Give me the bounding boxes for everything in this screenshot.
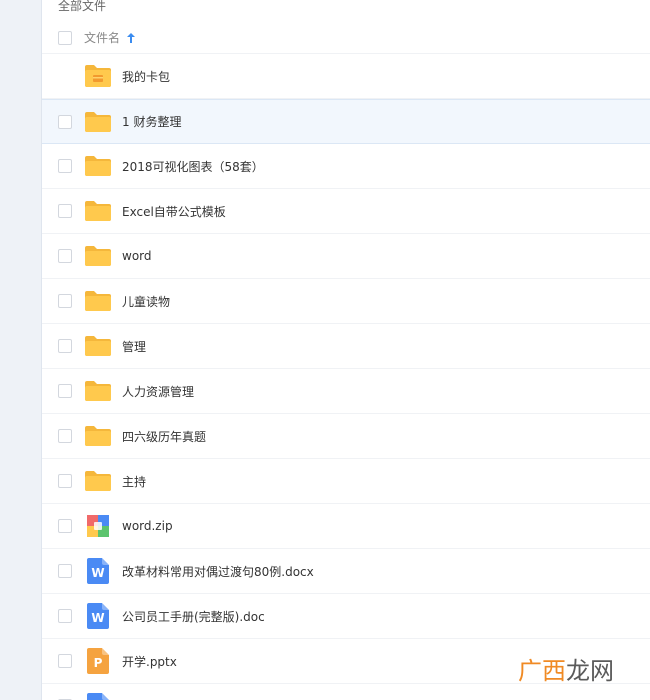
file-name[interactable]: 2018可视化图表（58套） [122, 158, 264, 175]
file-name[interactable]: 我的卡包 [122, 68, 170, 85]
folder-icon[interactable] [84, 468, 112, 494]
file-row[interactable]: 我的卡包 [42, 54, 650, 99]
watermark-text-2: 龙网 [566, 657, 614, 685]
file-row[interactable]: 儿童读物 [42, 279, 650, 324]
file-row[interactable]: 2018可视化图表（58套） [42, 144, 650, 189]
file-row[interactable]: 管理 [42, 324, 650, 369]
folder-icon[interactable] [84, 423, 112, 449]
row-checkbox[interactable] [58, 474, 72, 488]
row-checkbox[interactable] [58, 564, 72, 578]
row-checkbox[interactable] [58, 429, 72, 443]
powerpoint-icon[interactable]: P [84, 648, 112, 674]
file-name[interactable]: word.zip [122, 519, 173, 533]
file-row[interactable]: word [42, 234, 650, 279]
row-checkbox[interactable] [58, 339, 72, 353]
sort-ascending-icon[interactable] [126, 32, 136, 44]
file-row[interactable]: 四六级历年真题 [42, 414, 650, 459]
file-row[interactable]: W 改革材料常用对偶过渡句80例.docx [42, 549, 650, 594]
row-checkbox[interactable] [58, 654, 72, 668]
select-all-checkbox[interactable] [58, 30, 72, 45]
row-checkbox[interactable] [58, 204, 72, 218]
file-name[interactable]: 公司员工手册(完整版).doc [122, 608, 265, 625]
file-row[interactable]: W [42, 684, 650, 700]
left-sidebar [0, 0, 42, 700]
folder-icon[interactable] [84, 243, 112, 269]
file-name[interactable]: 1 财务整理 [122, 113, 181, 130]
row-checkbox[interactable] [58, 519, 72, 533]
file-name[interactable]: word [122, 249, 152, 263]
file-row[interactable]: word.zip [42, 504, 650, 549]
svg-text:P: P [94, 656, 103, 670]
column-header-filename[interactable]: 文件名 [84, 29, 120, 46]
word-document-icon[interactable]: W [84, 558, 112, 584]
file-row[interactable]: 主持 [42, 459, 650, 504]
svg-text:W: W [91, 566, 104, 580]
watermark-logo: 广西 龙网 [518, 651, 614, 686]
card-wallet-icon[interactable] [84, 63, 112, 89]
file-row[interactable]: W 公司员工手册(完整版).doc [42, 594, 650, 639]
file-row[interactable]: 人力资源管理 [42, 369, 650, 414]
file-name[interactable]: 四六级历年真题 [122, 428, 206, 445]
file-name[interactable]: 主持 [122, 473, 146, 490]
watermark-text-1: 广西 [518, 657, 566, 685]
list-header: 文件名 [42, 22, 650, 54]
folder-icon[interactable] [84, 378, 112, 404]
row-checkbox[interactable] [58, 384, 72, 398]
file-name[interactable]: 改革材料常用对偶过渡句80例.docx [122, 563, 314, 580]
file-row[interactable]: 1 财务整理 [42, 99, 650, 144]
breadcrumb[interactable]: 全部文件 [58, 0, 106, 14]
file-list-panel: 全部文件 文件名 我的卡包 1 财务整理 2018可视化图表（58套） Excel自带… [42, 0, 650, 700]
row-checkbox[interactable] [58, 159, 72, 173]
folder-icon[interactable] [84, 153, 112, 179]
folder-icon[interactable] [84, 333, 112, 359]
file-name[interactable]: 管理 [122, 338, 146, 355]
svg-text:W: W [91, 611, 104, 625]
file-row[interactable]: Excel自带公式模板 [42, 189, 650, 234]
file-list: 我的卡包 1 财务整理 2018可视化图表（58套） Excel自带公式模板 word 儿… [42, 54, 650, 700]
file-name[interactable]: 开学.pptx [122, 653, 177, 670]
folder-icon[interactable] [84, 198, 112, 224]
word-document-icon[interactable]: W [84, 693, 112, 700]
folder-icon[interactable] [84, 288, 112, 314]
row-checkbox[interactable] [58, 294, 72, 308]
file-name[interactable]: Excel自带公式模板 [122, 203, 226, 220]
file-name[interactable]: 人力资源管理 [122, 383, 194, 400]
row-checkbox[interactable] [58, 249, 72, 263]
folder-icon[interactable] [84, 109, 112, 135]
word-document-icon[interactable]: W [84, 603, 112, 629]
row-checkbox[interactable] [58, 114, 72, 129]
row-checkbox[interactable] [58, 609, 72, 623]
file-name[interactable]: 儿童读物 [122, 293, 170, 310]
zip-archive-icon[interactable] [84, 513, 112, 539]
